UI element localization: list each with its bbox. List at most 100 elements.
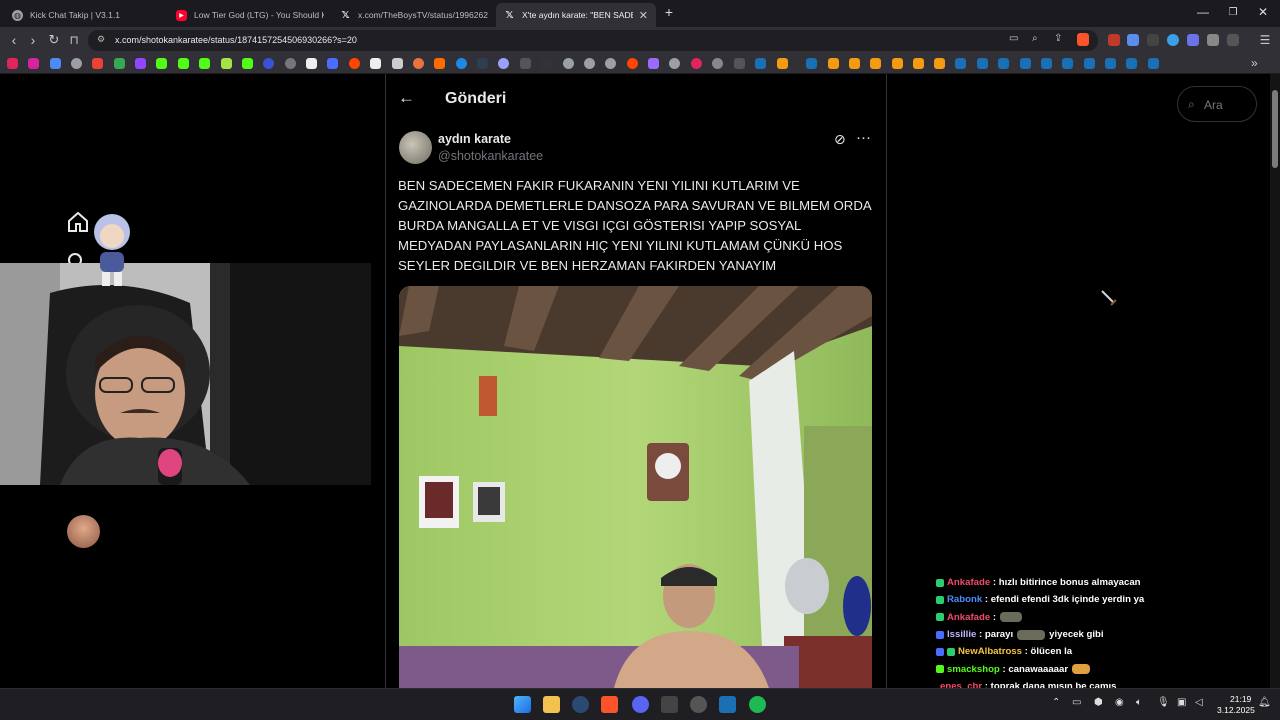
tray-icon[interactable]: ⬢ — [1094, 697, 1103, 708]
tab-youtube[interactable]: ▶ Low Tier God (LTG) - You Should Kill — [168, 3, 332, 27]
extension-icon[interactable] — [1108, 34, 1120, 46]
bookmark-icon[interactable] — [285, 58, 296, 69]
discord-taskbar-icon[interactable] — [632, 696, 649, 713]
bookmark-steam-icon[interactable] — [1041, 58, 1052, 69]
bookmark-youtube-icon[interactable] — [7, 58, 18, 69]
forward-icon[interactable]: › — [24, 31, 42, 49]
bookmark-icon[interactable] — [777, 58, 788, 69]
bookmark-globe-icon[interactable] — [584, 58, 595, 69]
bookmark-x-icon[interactable] — [306, 58, 317, 69]
bookmark-icon[interactable] — [520, 58, 531, 69]
post-media-image[interactable] — [399, 286, 872, 688]
bookmark-icon[interactable]: ⊓ — [65, 31, 83, 49]
bookmark-reddit-icon[interactable] — [349, 58, 360, 69]
extension-icon[interactable] — [1187, 34, 1199, 46]
bookmark-steam-icon[interactable] — [1062, 58, 1073, 69]
back-icon[interactable]: ‹ — [5, 31, 23, 49]
bookmark-steam-icon[interactable] — [806, 58, 817, 69]
windows-start-icon[interactable] — [514, 696, 531, 713]
extension-icon[interactable] — [1127, 34, 1139, 46]
profile-avatar[interactable] — [67, 515, 100, 548]
back-arrow-icon[interactable]: ← — [398, 88, 415, 108]
brave-taskbar-icon[interactable] — [601, 696, 618, 713]
tray-steam-icon[interactable]: ◉ — [1115, 697, 1124, 708]
spotify-taskbar-icon[interactable] — [749, 696, 766, 713]
sidebar-icon[interactable] — [1227, 34, 1239, 46]
tab-x-theboys[interactable]: 𝕏 x.com/TheBoysTV/status/199626272 — [332, 3, 496, 27]
tray-icon[interactable]: ▭ — [1072, 697, 1081, 708]
bookmark-steam-icon[interactable] — [1148, 58, 1159, 69]
bookmark-steam-icon[interactable] — [998, 58, 1009, 69]
share-icon[interactable]: ⇪ — [1054, 33, 1062, 44]
bookmark-icon[interactable] — [221, 58, 232, 69]
notification-icon[interactable]: 🔔︎ — [1258, 697, 1271, 708]
bookmark-globe-icon[interactable] — [563, 58, 574, 69]
bookmark-gmail-icon[interactable] — [92, 58, 103, 69]
address-bar[interactable]: ⚙ x.com/shotokankaratee/status/187415725… — [88, 30, 1098, 51]
bookmark-icon[interactable] — [934, 58, 945, 69]
cast-icon[interactable]: ▭ — [1009, 33, 1018, 44]
bookmark-icon[interactable] — [263, 58, 274, 69]
brave-shield-icon[interactable] — [1077, 33, 1089, 46]
new-tab-button[interactable]: + — [659, 4, 679, 20]
bookmark-kick-icon[interactable] — [242, 58, 253, 69]
bookmark-instagram-icon[interactable] — [28, 58, 39, 69]
bookmark-folder-icon[interactable] — [734, 58, 745, 69]
clock-date[interactable]: 3.12.2025 — [1217, 705, 1255, 715]
app-taskbar-icon[interactable] — [661, 696, 678, 713]
more-options-icon[interactable]: ··· — [856, 129, 871, 146]
bookmark-kick-icon[interactable] — [178, 58, 189, 69]
tab-kick-chat[interactable]: ◍ Kick Chat Takip | V3.1.1 — [4, 3, 168, 27]
bookmark-icon[interactable] — [477, 58, 488, 69]
bookmark-icon[interactable] — [370, 58, 381, 69]
bookmark-globe-icon[interactable] — [71, 58, 82, 69]
bookmark-amazon-icon[interactable] — [392, 58, 403, 69]
steam-taskbar-icon[interactable] — [572, 696, 589, 713]
clock-time[interactable]: 21:19 — [1230, 694, 1251, 704]
more-bookmarks-icon[interactable]: » — [1251, 56, 1258, 70]
bookmark-icon[interactable] — [828, 58, 839, 69]
bookmark-icon[interactable] — [648, 58, 659, 69]
extension-icon[interactable] — [1147, 34, 1159, 46]
minimize-button[interactable]: — — [1193, 5, 1213, 19]
tray-expand-icon[interactable]: ⌃ — [1052, 697, 1060, 708]
bookmark-icon[interactable] — [541, 58, 552, 69]
bookmark-steam-icon[interactable] — [1126, 58, 1137, 69]
bookmark-icon[interactable] — [870, 58, 881, 69]
bookmark-drive-icon[interactable] — [114, 58, 125, 69]
tab-x-active[interactable]: 𝕏 X'te aydın karate: "BEN SADECEM ✕ — [496, 3, 656, 27]
bookmark-icon[interactable] — [498, 58, 509, 69]
bookmark-icon[interactable] — [849, 58, 860, 69]
menu-icon[interactable]: ☰ — [1256, 31, 1274, 49]
bookmark-icon[interactable] — [50, 58, 61, 69]
puzzle-icon[interactable] — [1207, 34, 1219, 46]
volume-icon[interactable]: 🔈︎ — [1136, 697, 1142, 708]
bookmark-kick-icon[interactable] — [199, 58, 210, 69]
author-name[interactable]: aydın karate — [438, 132, 511, 146]
site-info-icon[interactable]: ⚙ — [97, 34, 105, 45]
url-text[interactable]: x.com/shotokankaratee/status/18741572545… — [115, 35, 357, 45]
bookmark-steam-icon[interactable] — [955, 58, 966, 69]
reload-icon[interactable]: ↻ — [45, 31, 63, 49]
bookmark-icon[interactable] — [434, 58, 445, 69]
bookmark-twitch-icon[interactable] — [135, 58, 146, 69]
bookmark-steam-icon[interactable] — [1105, 58, 1116, 69]
scrollbar-thumb[interactable] — [1272, 90, 1278, 168]
zoom-icon[interactable]: ⌕ — [1032, 33, 1038, 44]
app-taskbar-icon[interactable] — [719, 696, 736, 713]
maximize-button[interactable]: ❐ — [1223, 7, 1243, 18]
file-explorer-icon[interactable] — [543, 696, 560, 713]
bookmark-kick-icon[interactable] — [156, 58, 167, 69]
close-window-button[interactable]: ✕ — [1253, 5, 1273, 19]
bookmark-icon[interactable] — [691, 58, 702, 69]
bookmark-globe-icon[interactable] — [669, 58, 680, 69]
bookmark-steam-icon[interactable] — [755, 58, 766, 69]
extension-icon[interactable] — [1167, 34, 1179, 46]
speaker-icon[interactable]: ◁ — [1195, 697, 1203, 708]
author-avatar[interactable] — [399, 131, 432, 164]
bookmark-icon[interactable] — [413, 58, 424, 69]
network-icon[interactable]: ▣ — [1177, 697, 1186, 708]
bookmark-icon[interactable] — [327, 58, 338, 69]
bookmark-icon[interactable] — [456, 58, 467, 69]
bookmark-steam-icon[interactable] — [1084, 58, 1095, 69]
